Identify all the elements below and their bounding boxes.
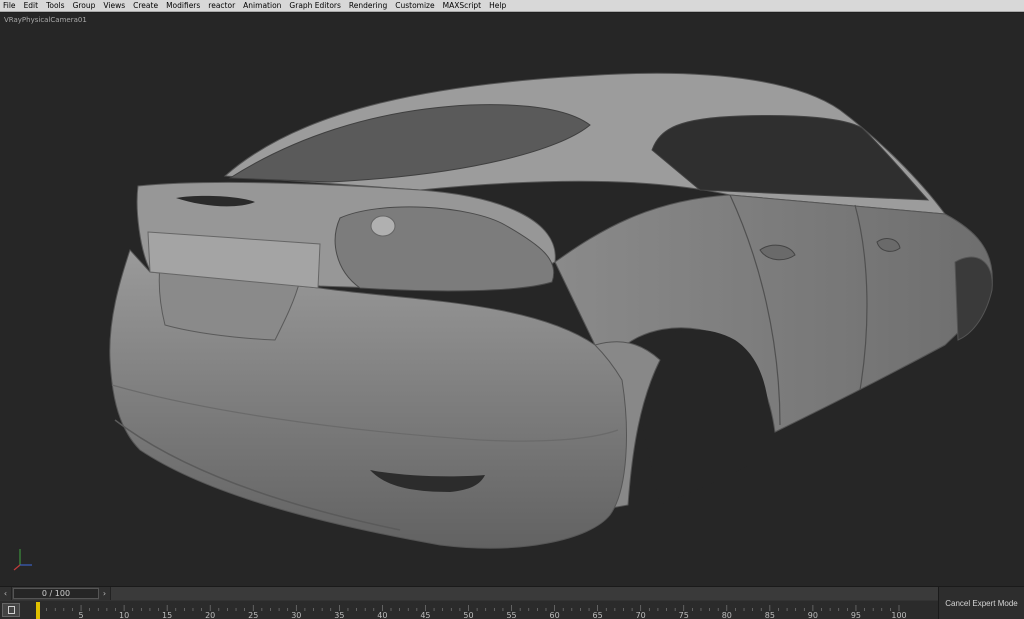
menu-group[interactable]: Group	[73, 0, 96, 12]
time-slider-thumb[interactable]: 0 / 100	[13, 588, 99, 599]
car-model[interactable]	[0, 13, 1024, 586]
car-front-wheel-arch	[954, 256, 993, 341]
timeline-tick-label: 20	[205, 611, 215, 619]
menu-graph-editors[interactable]: Graph Editors	[289, 0, 341, 12]
timeline-tick-label: 75	[679, 611, 689, 619]
cancel-expert-mode-label: Cancel Expert Mode	[945, 599, 1018, 608]
menu-views[interactable]: Views	[103, 0, 125, 12]
menu-modifiers[interactable]: Modifiers	[166, 0, 200, 12]
menu-tools[interactable]: Tools	[46, 0, 64, 12]
car-emblem	[370, 215, 396, 237]
timeline-tick-label: 45	[420, 611, 430, 619]
timeline-tick-label: 65	[593, 611, 603, 619]
menu-rendering[interactable]: Rendering	[349, 0, 387, 12]
timeline-tick-label: 70	[636, 611, 646, 619]
menu-help[interactable]: Help	[489, 0, 506, 12]
menu-animation[interactable]: Animation	[243, 0, 281, 12]
playhead-marker[interactable]	[36, 602, 40, 619]
timeline-tick-label: 5	[79, 611, 84, 619]
menu-bar: File Edit Tools Group Views Create Modif…	[0, 0, 1024, 12]
menu-maxscript[interactable]: MAXScript	[443, 0, 482, 12]
timeline-tick-label: 80	[722, 611, 732, 619]
menu-create[interactable]: Create	[133, 0, 158, 12]
timeline-tick-label: 50	[463, 611, 473, 619]
timeline-tick-label: 35	[334, 611, 344, 619]
frame-display: 0 / 100	[41, 589, 71, 598]
menu-file[interactable]: File	[3, 0, 16, 12]
timeline-tick-label: 100	[891, 611, 906, 619]
timeline-tick-label: 90	[808, 611, 818, 619]
cancel-expert-mode-button[interactable]: Cancel Expert Mode	[938, 587, 1024, 619]
axis-y-icon	[13, 564, 21, 571]
chevron-left-icon[interactable]: ‹	[0, 587, 12, 600]
timeline-tick-label: 55	[506, 611, 516, 619]
timeline-ruler[interactable]: 5 10 15 20 25 30 35 40 45 50 55 60 65 70 75 80 85 90 95 100	[24, 601, 936, 619]
timeline-tick-label: 95	[851, 611, 861, 619]
viewport[interactable]: VRayPhysicalCamera01	[0, 13, 1024, 586]
timeline-tick-label: 15	[162, 611, 172, 619]
axis-gizmo	[13, 549, 32, 571]
track-bar[interactable]: 5 10 15 20 25 30 35 40 45 50 55 60 65 70 75 80 85 90 95 100	[0, 601, 938, 619]
time-slider[interactable]: ‹ 0 / 100 ›	[0, 587, 938, 600]
timeline-tick-label: 85	[765, 611, 775, 619]
timeline-tick-label: 60	[550, 611, 560, 619]
menu-edit[interactable]: Edit	[24, 0, 39, 12]
chevron-right-icon[interactable]: ›	[99, 587, 111, 600]
menu-reactor[interactable]: reactor	[208, 0, 235, 12]
timeline-tick-label: 25	[248, 611, 258, 619]
timeline-tick-label: 10	[119, 611, 129, 619]
timeline-panel: ‹ 0 / 100 › 5 10 15 20 25 30 35 40 45 50 55 60 65 70 7…	[0, 586, 1024, 619]
timeline-tick-label: 30	[291, 611, 301, 619]
key-mode-icon[interactable]	[2, 603, 20, 617]
timeline-tick-label: 40	[377, 611, 387, 619]
menu-customize[interactable]: Customize	[395, 0, 434, 12]
